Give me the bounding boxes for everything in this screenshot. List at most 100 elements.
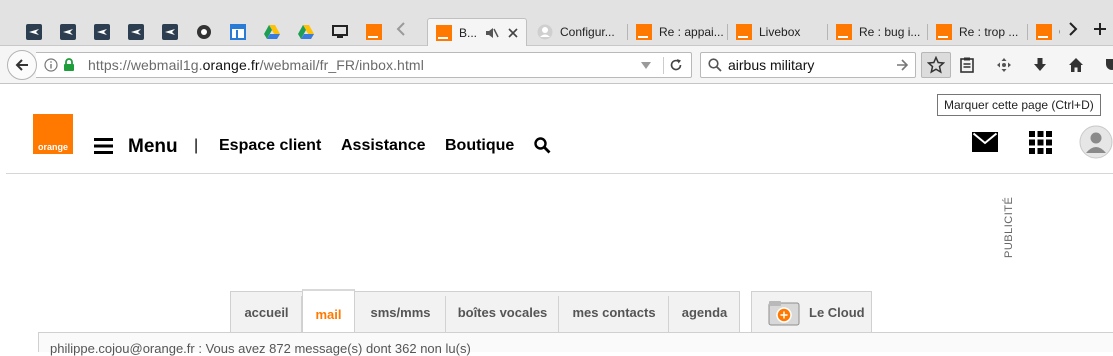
clipboard-icon bbox=[959, 57, 975, 73]
urlbar-divider bbox=[663, 57, 664, 74]
nav-separator: | bbox=[194, 137, 199, 154]
orange-logo-icon bbox=[366, 23, 382, 40]
tab-label: B... bbox=[459, 26, 478, 40]
tv-icon bbox=[332, 24, 348, 40]
nav-link-espace-client[interactable]: Espace client bbox=[219, 137, 321, 155]
apps-grid-icon[interactable] bbox=[1029, 131, 1052, 154]
url-bar[interactable]: https://webmail1g.orange.fr/webmail/fr_F… bbox=[36, 52, 692, 78]
pinned-tab-drive[interactable] bbox=[289, 19, 323, 44]
tab-scroll-left-button[interactable] bbox=[384, 19, 418, 44]
orange-logo-icon bbox=[436, 25, 452, 41]
tab[interactable]: O bbox=[1028, 18, 1060, 46]
tab[interactable]: Re : appai... bbox=[628, 18, 728, 46]
airplane-icon bbox=[26, 23, 42, 40]
tab-agenda[interactable]: agenda bbox=[669, 292, 740, 333]
google-drive-icon bbox=[264, 24, 280, 40]
airplane-icon bbox=[60, 23, 76, 40]
reload-icon[interactable] bbox=[669, 58, 683, 72]
move-icon bbox=[996, 57, 1012, 73]
pinned-tab-airplane[interactable] bbox=[17, 19, 51, 44]
tab[interactable]: Re : bug i... bbox=[828, 18, 928, 46]
home-button[interactable] bbox=[1061, 52, 1091, 78]
dropdown-arrow-icon[interactable] bbox=[640, 61, 652, 70]
mute-icon[interactable] bbox=[485, 26, 499, 40]
tab-label: Re : bug i... bbox=[859, 25, 921, 39]
mail-status-line: philippe.cojou@orange.fr : Vous avez 872… bbox=[50, 341, 471, 356]
browser-tab-strip: B... Configur... Re : appai... Livebox R… bbox=[0, 0, 1113, 47]
reading-list-button[interactable] bbox=[952, 52, 982, 78]
tab[interactable]: Re : trop ... bbox=[928, 18, 1028, 46]
pinned-tab-airplane[interactable] bbox=[119, 19, 153, 44]
pinned-tab-calendar[interactable] bbox=[221, 19, 255, 44]
tab-boites-vocales[interactable]: boîtes vocales bbox=[446, 292, 559, 333]
tab[interactable]: Livebox bbox=[728, 18, 828, 46]
orange-logo-icon bbox=[636, 24, 652, 40]
google-drive-icon bbox=[298, 24, 314, 40]
cloud-folder-icon bbox=[768, 300, 800, 326]
mail-tabs: accueil mail sms/mms boîtes vocales mes … bbox=[230, 289, 740, 337]
close-tab-icon[interactable] bbox=[507, 27, 519, 39]
tab-label: Livebox bbox=[759, 25, 801, 39]
tab-sms-mms[interactable]: sms/mms bbox=[355, 292, 446, 333]
pinned-tab-drive[interactable] bbox=[255, 19, 289, 44]
chevron-right-icon bbox=[1068, 22, 1078, 41]
arrow-left-icon bbox=[15, 58, 29, 72]
tab-le-cloud[interactable]: Le Cloud bbox=[751, 291, 872, 333]
bookmark-star-button[interactable] bbox=[921, 52, 951, 78]
orange-logo-icon bbox=[736, 24, 752, 40]
search-icon bbox=[708, 58, 722, 72]
plus-icon bbox=[1093, 22, 1107, 41]
tab-label: Re : trop ... bbox=[959, 25, 1019, 39]
pocket-icon bbox=[1104, 57, 1113, 73]
tab-active[interactable]: B... bbox=[427, 18, 527, 47]
download-arrow-icon bbox=[1032, 57, 1048, 73]
url-text[interactable]: https://webmail1g.orange.fr/webmail/fr_F… bbox=[88, 57, 424, 73]
chevron-left-icon bbox=[396, 22, 406, 41]
downloads-button[interactable] bbox=[1025, 52, 1055, 78]
calendar-icon bbox=[230, 23, 246, 40]
tab-mail[interactable]: mail bbox=[302, 289, 355, 337]
lock-icon bbox=[63, 58, 75, 72]
search-icon[interactable] bbox=[534, 137, 551, 154]
orange-logo-icon bbox=[1036, 24, 1052, 40]
orange-logo-icon bbox=[836, 24, 852, 40]
bookmark-tooltip: Marquer cette page (Ctrl+D) bbox=[937, 94, 1101, 116]
new-tab-button[interactable] bbox=[1087, 19, 1113, 44]
airplane-icon bbox=[94, 23, 110, 40]
le-cloud-label: Le Cloud bbox=[809, 305, 865, 320]
ad-label: PUBLICITÉ bbox=[1003, 196, 1015, 258]
tab-scroll-right-button[interactable] bbox=[1060, 19, 1086, 44]
tab-accueil[interactable]: accueil bbox=[231, 292, 302, 333]
user-avatar-icon[interactable] bbox=[1079, 125, 1113, 159]
airplane-icon bbox=[128, 23, 144, 40]
search-input[interactable]: airbus military bbox=[728, 57, 814, 73]
tab[interactable]: Configur... bbox=[529, 18, 628, 46]
pinned-tab-tv[interactable] bbox=[323, 19, 357, 44]
orange-logo[interactable]: orange bbox=[33, 114, 73, 154]
extension-button[interactable] bbox=[989, 52, 1019, 78]
tab-label: Configur... bbox=[560, 25, 615, 39]
pinned-tab-podcast[interactable] bbox=[187, 19, 221, 44]
pinned-tab-airplane[interactable] bbox=[85, 19, 119, 44]
arrow-right-icon[interactable] bbox=[896, 59, 908, 71]
user-avatar-icon bbox=[537, 24, 553, 40]
header-divider bbox=[6, 173, 1113, 174]
back-button[interactable] bbox=[7, 50, 37, 80]
orange-logo-icon bbox=[936, 24, 952, 40]
navigation-toolbar: https://webmail1g.orange.fr/webmail/fr_F… bbox=[0, 46, 1113, 84]
home-icon bbox=[1068, 57, 1084, 73]
pocket-button[interactable] bbox=[1097, 52, 1113, 78]
search-bar[interactable]: airbus military bbox=[700, 52, 916, 78]
star-icon bbox=[927, 56, 945, 74]
mail-envelope-icon[interactable] bbox=[972, 132, 998, 152]
airplane-icon bbox=[162, 23, 178, 40]
pinned-tab-airplane[interactable] bbox=[153, 19, 187, 44]
pinned-tab-airplane[interactable] bbox=[51, 19, 85, 44]
nav-link-assistance[interactable]: Assistance bbox=[341, 137, 426, 155]
menu-button[interactable]: Menu bbox=[128, 136, 178, 158]
nav-link-boutique[interactable]: Boutique bbox=[445, 137, 514, 155]
info-icon[interactable] bbox=[44, 58, 58, 72]
podcast-icon bbox=[196, 24, 212, 40]
hamburger-menu-icon[interactable] bbox=[94, 137, 114, 155]
tab-mes-contacts[interactable]: mes contacts bbox=[559, 292, 669, 333]
